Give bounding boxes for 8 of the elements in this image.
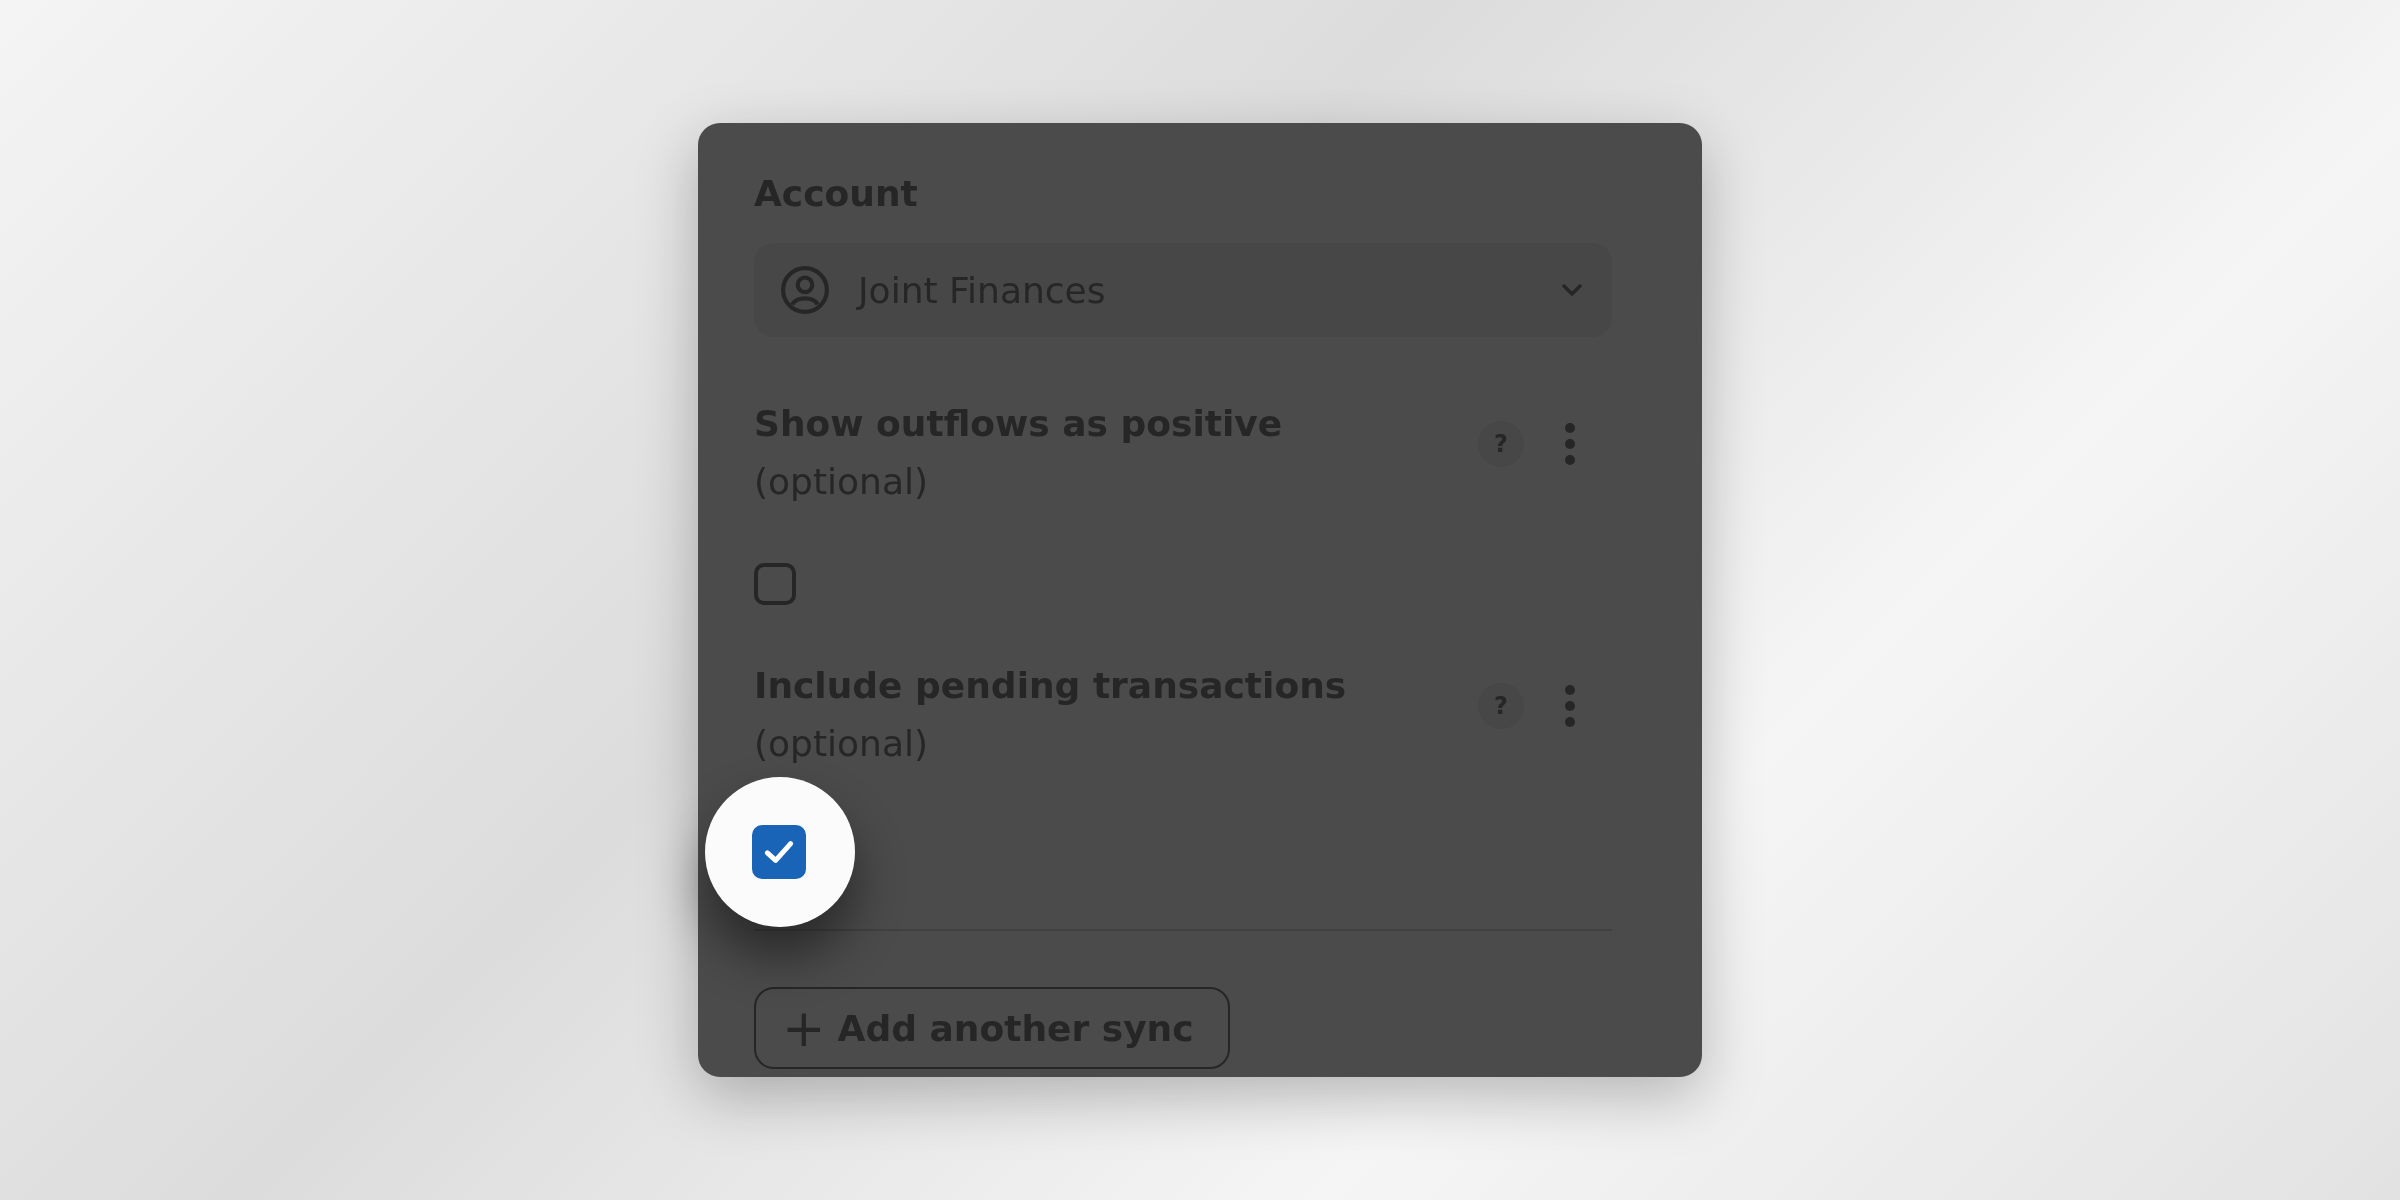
chevron-down-icon	[1562, 284, 1582, 296]
help-button[interactable]: ?	[1478, 683, 1524, 729]
user-circle-icon	[780, 265, 830, 315]
checkbox[interactable]	[754, 563, 796, 605]
more-options-icon[interactable]	[1564, 422, 1576, 466]
help-button[interactable]: ?	[1478, 421, 1524, 467]
more-options-icon[interactable]	[1564, 684, 1576, 728]
checkbox[interactable]	[752, 825, 806, 879]
